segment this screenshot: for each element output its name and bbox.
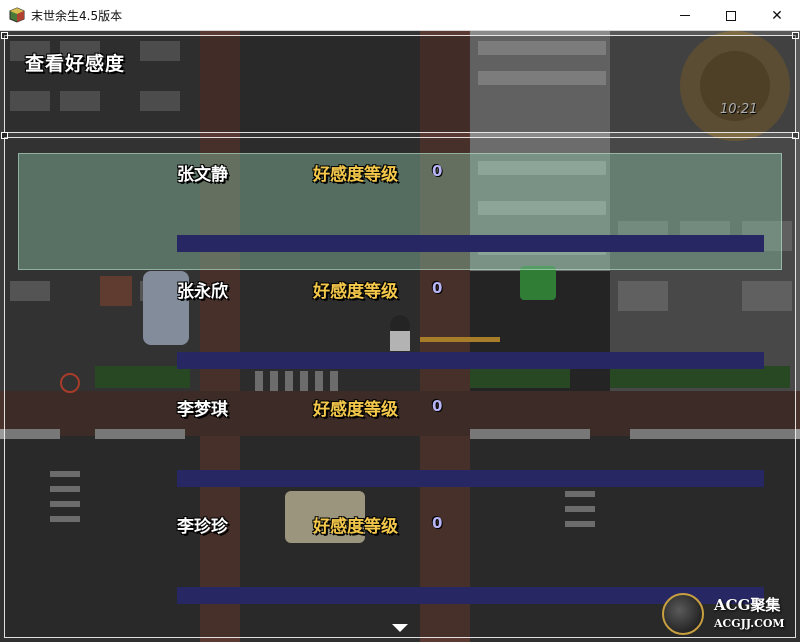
affection-level-label: 好感度等级 [313,165,398,185]
window-corner [1,132,8,139]
watermark-line1: ACG聚集 [714,596,781,614]
maximize-button[interactable] [708,0,754,31]
character-name: 李珍珍 [177,517,228,537]
maximize-icon [726,10,736,21]
affection-level-label: 好感度等级 [313,400,398,420]
scroll-down-arrow-icon[interactable] [392,624,408,632]
game-app-icon [9,7,25,23]
list-item[interactable] [18,270,782,387]
watermark-line2: ACGJJ.COM [714,617,785,630]
minimize-icon [680,15,690,16]
window-corner [792,32,799,39]
minimize-button[interactable] [662,0,708,31]
close-button[interactable]: ✕ [754,0,800,31]
affection-bar [177,352,764,369]
character-name: 张永欣 [177,282,228,302]
character-name: 张文静 [177,165,228,185]
window-corner [1,32,8,39]
site-watermark: ACG聚集 ACGJJ.COM [660,591,800,641]
window-title: 末世余生4.5版本 [31,9,123,23]
window-titlebar: 末世余生4.5版本 ✕ [0,0,800,31]
window-corner [792,132,799,139]
game-viewport[interactable]: 10:21 查看好感度 张文静 好感度等级 0 张永欣 好感度等级 0 李梦琪 … [0,31,800,642]
affection-level-value: 0 [432,279,443,297]
affection-level-value: 0 [432,397,443,415]
screen-title: 查看好感度 [25,53,126,75]
close-icon: ✕ [771,7,783,24]
affection-level-value: 0 [432,162,443,180]
affection-bar [177,235,764,252]
affection-bar [177,470,764,487]
affection-level-label: 好感度等级 [313,517,398,537]
affection-level-value: 0 [432,514,443,532]
character-name: 李梦琪 [177,400,228,420]
watermark-logo-icon [662,593,704,635]
list-item[interactable] [18,153,782,270]
affection-level-label: 好感度等级 [313,282,398,302]
